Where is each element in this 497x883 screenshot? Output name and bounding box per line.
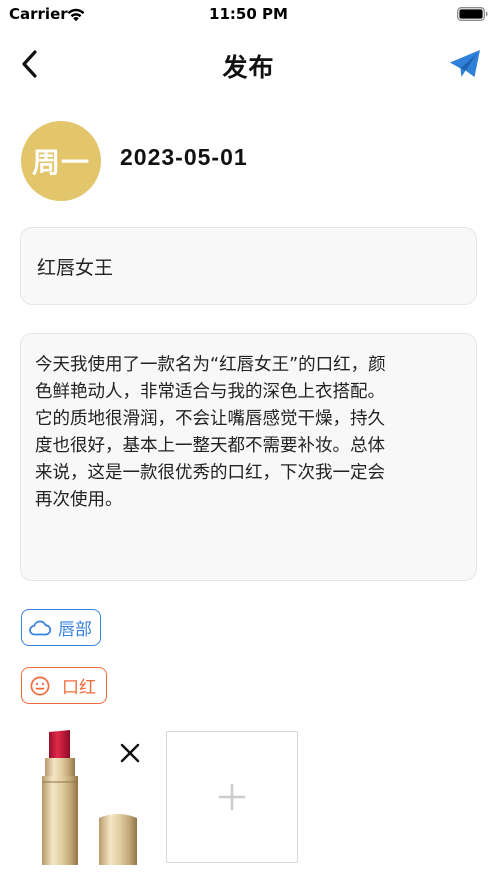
content-line: 色鲜艳动人，非常适合与我的深色上衣搭配。 xyxy=(35,382,385,402)
page-title: 发布 xyxy=(222,53,275,82)
content-line: 它的质地很滑润，不会让嘴唇感觉干燥，持久 xyxy=(35,409,385,429)
cloud-icon xyxy=(29,620,52,635)
tag-lips[interactable]: 唇部 xyxy=(21,609,101,646)
status-bar: Carrier 11:50 PM xyxy=(0,0,497,30)
paper-plane-icon[interactable] xyxy=(448,48,482,80)
add-photo-button[interactable] xyxy=(166,731,298,863)
tag-label: 口红 xyxy=(62,678,96,698)
title-input[interactable]: 红唇女王 xyxy=(20,227,477,305)
tag-label: 唇部 xyxy=(58,620,92,640)
plus-icon xyxy=(218,783,246,811)
content-line: 再次使用。 xyxy=(35,490,123,510)
content-line: 来说，这是一款很优秀的口红，下次我一定会 xyxy=(35,463,385,483)
entry-date[interactable]: 2023-05-01 xyxy=(120,144,248,171)
tag-lipstick[interactable]: 口红 xyxy=(21,667,107,704)
content-textarea[interactable]: 今天我使用了一款名为“红唇女王”的口红，颜 色鲜艳动人，非常适合与我的深色上衣搭… xyxy=(20,333,477,581)
battery-icon xyxy=(457,7,488,21)
clock: 11:50 PM xyxy=(209,5,288,23)
title-input-value: 红唇女王 xyxy=(37,256,114,279)
close-icon[interactable] xyxy=(115,737,145,769)
content-line: 度也很好，基本上一整天都不需要补妆。总体 xyxy=(35,436,385,456)
content-line: 今天我使用了一款名为“红唇女王”的口红，颜 xyxy=(35,355,386,375)
weekday-badge: 周一 xyxy=(21,121,101,201)
smiley-face-icon xyxy=(30,676,50,695)
